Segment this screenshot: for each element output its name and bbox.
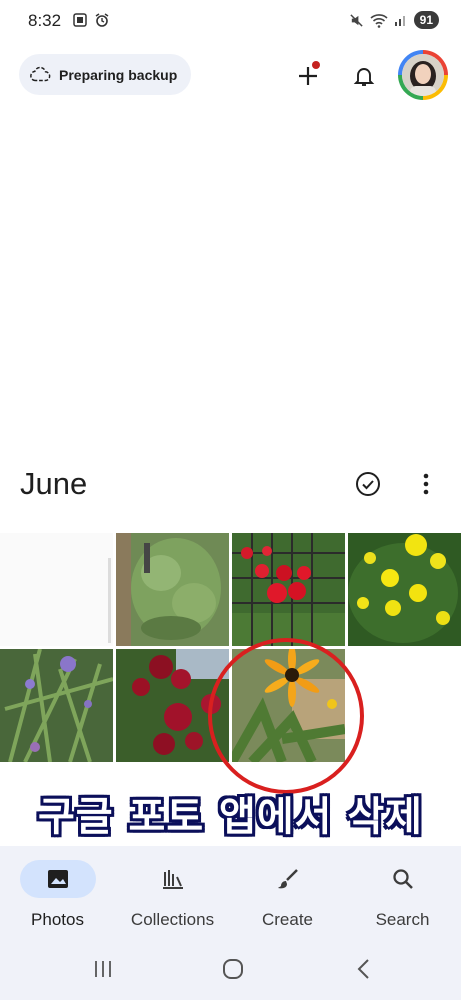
nav-create-pill: [250, 860, 326, 898]
brush-icon: [277, 869, 298, 889]
photo-icon: [47, 870, 68, 888]
nav-create-label: Create: [261, 910, 314, 929]
nav-collections[interactable]: Collections: [115, 856, 230, 929]
nav-create[interactable]: Create: [230, 856, 345, 929]
back-icon: [357, 959, 369, 979]
nav-photos[interactable]: Photos: [0, 856, 115, 929]
status-left-icons: [72, 12, 110, 28]
photo-yellow-flowers-image: [348, 533, 461, 646]
month-heading: June: [20, 466, 88, 501]
status-right: 91: [349, 11, 439, 29]
recent-apps-button[interactable]: [88, 956, 118, 982]
add-button[interactable]: [292, 60, 324, 92]
photo-blank-image: [0, 533, 113, 646]
alarm-icon: [95, 13, 109, 27]
backup-chip-label: Preparing backup: [59, 66, 178, 83]
recents-icon: [95, 961, 111, 977]
photo-spiderwort-image: [0, 649, 113, 762]
nav-search[interactable]: Search: [345, 856, 460, 929]
nav-collections-label: Collections: [130, 910, 215, 929]
bottom-navigation: Photos Collections Create Search: [0, 846, 461, 1000]
notification-dot: [312, 61, 320, 69]
photo-red-flowers-image: [232, 533, 345, 646]
notifications-button[interactable]: [348, 60, 380, 92]
system-navigation-bar: [0, 942, 461, 1000]
backup-status-chip[interactable]: Preparing backup: [19, 54, 191, 95]
wifi-icon: [370, 13, 388, 28]
status-bar: 8:32 91: [0, 0, 461, 42]
highlight-circle: [208, 638, 364, 794]
home-icon: [223, 959, 243, 979]
photo-green-shrub-image: [116, 533, 229, 646]
signal-icon: [394, 16, 405, 26]
home-button[interactable]: [218, 956, 248, 982]
nav-collections-pill: [135, 860, 211, 898]
nav-search-label: Search: [375, 910, 430, 929]
avatar-photo: [402, 54, 444, 96]
photo-thumbnail-red-flowers-trellis[interactable]: [232, 533, 345, 646]
photo-thumbnail-purple-spiderwort[interactable]: [0, 649, 113, 762]
overlay-caption: 구글 포토 앱에서 삭제: [38, 794, 423, 840]
more-vert-icon: [423, 473, 429, 495]
mute-icon: [349, 13, 363, 27]
avatar: [402, 54, 444, 96]
nav-photos-label: Photos: [31, 910, 84, 929]
bell-icon: [353, 68, 375, 86]
battery-indicator: 91: [413, 11, 439, 29]
cloud-backup-icon: [30, 66, 51, 81]
search-icon: [392, 869, 413, 889]
check-circle-icon: [356, 472, 380, 496]
photo-thumbnail-green-shrub[interactable]: [116, 533, 229, 646]
back-button[interactable]: [348, 956, 378, 982]
nav-photos-pill: [19, 860, 96, 898]
photo-thumbnail-yellow-flowers[interactable]: [348, 533, 461, 646]
collections-icon: [162, 870, 183, 889]
screenshot-icon: [73, 13, 87, 27]
status-time: 8:32: [28, 11, 62, 30]
nav-search-pill: [365, 860, 441, 898]
more-options-button[interactable]: [412, 470, 440, 498]
account-avatar[interactable]: [398, 50, 448, 100]
photo-thumbnail-blank[interactable]: [0, 533, 113, 646]
select-month-button[interactable]: [354, 470, 382, 498]
